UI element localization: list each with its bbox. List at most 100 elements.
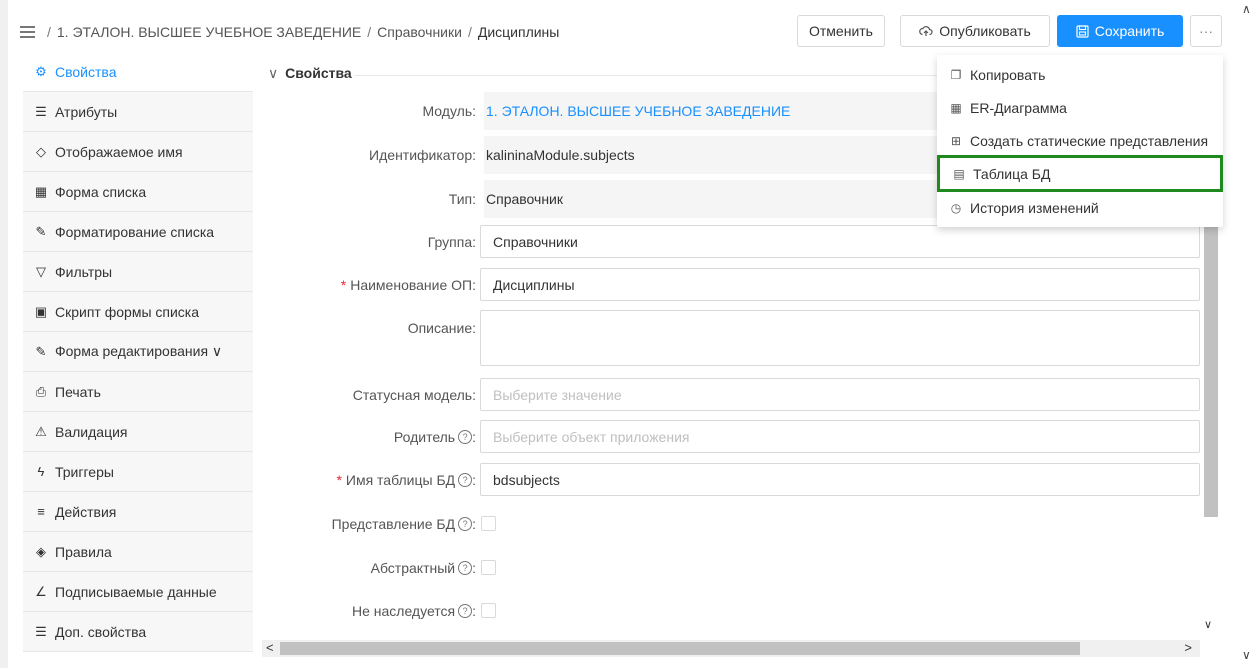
sidebar-item-label: Свойства — [55, 63, 117, 80]
cancel-button-label: Отменить — [809, 23, 873, 39]
sidebar-item-filters[interactable]: ▽ Фильтры — [23, 252, 253, 292]
help-icon[interactable]: ? — [458, 561, 473, 575]
horizontal-scroll-thumb[interactable] — [280, 642, 1080, 655]
copy-icon: ❐ — [950, 67, 962, 82]
field-label-text: Не наследуется — [351, 603, 456, 619]
field-abstract: Абстрактный ?: — [262, 556, 1200, 580]
field-group: Группа: Справочники — [262, 225, 1200, 258]
more-button[interactable]: ··· — [1190, 15, 1222, 47]
rules-icon: ◈ — [36, 543, 46, 559]
list-icon: ☰ — [35, 103, 47, 119]
table-icon: ▦ — [34, 183, 48, 199]
brush-icon: ✎ — [35, 223, 47, 239]
description-textarea[interactable] — [480, 310, 1200, 366]
sidebar-item-print[interactable]: ⎙ Печать — [23, 372, 253, 412]
cancel-button[interactable]: Отменить — [797, 15, 885, 47]
help-icon[interactable]: ? — [458, 604, 473, 618]
field-label-text: Представление БД — [331, 516, 456, 532]
field-label: * Имя таблицы БД ?: — [336, 471, 476, 488]
breadcrumb-current: Дисциплины — [477, 24, 560, 40]
sidebar-item-display-name[interactable]: ◇ Отображаемое имя — [23, 132, 253, 172]
scroll-down-arrow-icon[interactable]: ∨ — [1204, 618, 1212, 631]
sidebar-item-label: Фильтры — [55, 263, 113, 280]
menu-item-history[interactable]: ◷ История изменений — [937, 191, 1223, 224]
field-label: Группа: — [427, 233, 476, 250]
sidebar-item-edit-form[interactable]: ✎ Форма редактирования ∨ — [23, 332, 253, 372]
er-diagram-icon: ▦ — [950, 100, 962, 115]
cloud-upload-icon — [919, 26, 933, 36]
help-icon[interactable]: ? — [458, 472, 473, 487]
scroll-right-arrow-icon[interactable]: > — [1184, 640, 1192, 655]
save-icon — [1076, 24, 1089, 38]
field-label-text: Родитель — [393, 428, 456, 445]
sidebar-item-label: Форма редактирования ∨ — [55, 343, 223, 359]
sidebar-item-triggers[interactable]: ϟ Триггеры — [23, 452, 253, 492]
breadcrumb-module[interactable]: 1. ЭТАЛОН. ВЫСШЕЕ УЧЕБНОЕ ЗАВЕДЕНИЕ — [57, 24, 361, 40]
help-icon[interactable]: ? — [458, 429, 473, 444]
sidebar-item-list-formatting[interactable]: ✎ Форматирование списка — [23, 212, 253, 252]
scroll-left-arrow-icon[interactable]: < — [266, 640, 274, 655]
abstract-checkbox[interactable] — [481, 560, 496, 575]
db-table-input[interactable]: bdsubjects — [480, 463, 1200, 496]
field-label: Не наследуется ?: — [351, 603, 476, 619]
sidebar-item-attributes[interactable]: ☰ Атрибуты — [23, 92, 253, 132]
field-description: Описание: — [262, 310, 1200, 366]
sidebar-item-extra-properties[interactable]: ☰ Доп. свойства — [23, 612, 253, 652]
menu-item-label: Таблица БД — [973, 165, 1051, 182]
parent-select[interactable]: Выберите объект приложения — [480, 420, 1200, 453]
help-icon[interactable]: ? — [458, 517, 473, 531]
history-icon: ◷ — [950, 200, 962, 215]
group-input[interactable]: Справочники — [480, 225, 1200, 258]
scroll-down-arrow-icon[interactable]: ∨ — [1242, 648, 1251, 662]
sidebar-item-rules[interactable]: ◈ Правила — [23, 532, 253, 572]
field-label: Идентификатор: — [369, 147, 476, 163]
terminal-icon: ▣ — [34, 303, 48, 319]
chevron-down-icon: ∨ — [268, 65, 279, 81]
sidebar-item-validation[interactable]: ⚠ Валидация — [23, 412, 253, 452]
sidebar-item-properties[interactable]: ⚙ Свойства — [23, 52, 253, 92]
not-inherited-checkbox[interactable] — [481, 603, 496, 618]
save-button-label: Сохранить — [1094, 23, 1165, 39]
field-label-text: Имя таблицы БД — [345, 471, 456, 488]
field-label: Описание: — [407, 320, 476, 336]
left-edge-strip — [0, 0, 8, 668]
db-view-checkbox[interactable] — [481, 516, 496, 531]
publish-button[interactable]: Опубликовать — [900, 15, 1050, 47]
sidebar-item-signed-data[interactable]: ∠ Подписываемые данные — [23, 572, 253, 612]
menu-icon: ≡ — [37, 504, 45, 519]
field-status-model: Статусная модель: Выберите значение — [262, 378, 1200, 411]
menu-item-db-table[interactable]: ▤ Таблица БД — [937, 155, 1223, 192]
static-views-icon: ⊞ — [950, 133, 962, 148]
field-not-inherited: Не наследуется ?: — [262, 599, 1200, 623]
status-model-select[interactable]: Выберите значение — [480, 378, 1200, 411]
sidebar-item-label: Доп. свойства — [55, 623, 147, 640]
menu-item-label: Создать статические представления — [970, 132, 1209, 149]
collapse-menu-icon[interactable] — [20, 26, 35, 38]
field-label: Представление БД ?: — [331, 516, 476, 532]
breadcrumb-group[interactable]: Справочники — [377, 24, 462, 40]
tag-icon: ◇ — [36, 143, 46, 159]
sidebar-item-label: Печать — [55, 383, 101, 400]
horizontal-scrollbar[interactable]: < > — [262, 640, 1200, 657]
field-parent: Родитель ?: Выберите объект приложения — [262, 420, 1200, 453]
sidebar-item-label: Валидация — [55, 423, 128, 440]
name-input[interactable]: Дисциплины — [480, 268, 1200, 301]
field-label: Модуль: — [422, 103, 476, 119]
sidebar-item-label: Атрибуты — [55, 103, 118, 120]
panel-scroll-thumb[interactable] — [1204, 212, 1218, 517]
sidebar-item-actions[interactable]: ≡ Действия — [23, 492, 253, 532]
menu-item-copy[interactable]: ❐ Копировать — [937, 58, 1223, 91]
sidebar-item-list-script[interactable]: ▣ Скрипт формы списка — [23, 292, 253, 332]
sidebar: ⚙ Свойства ☰ Атрибуты ◇ Отображаемое имя… — [23, 52, 253, 652]
warning-icon: ⚠ — [35, 423, 47, 439]
signature-icon: ∠ — [35, 583, 47, 599]
section-header[interactable]: ∨ Свойства — [268, 65, 352, 82]
sidebar-item-label: Форма списка — [55, 183, 147, 200]
menu-item-er-diagram[interactable]: ▦ ER-Диаграмма — [937, 91, 1223, 124]
gear-icon: ⚙ — [35, 63, 47, 79]
save-button[interactable]: Сохранить — [1057, 15, 1183, 47]
page-vertical-scrollbar[interactable]: ∧ ∨ — [1238, 0, 1259, 668]
scroll-up-arrow-icon[interactable]: ∧ — [1242, 2, 1251, 16]
sidebar-item-list-form[interactable]: ▦ Форма списка — [23, 172, 253, 212]
menu-item-static-views[interactable]: ⊞ Создать статические представления — [937, 124, 1223, 157]
